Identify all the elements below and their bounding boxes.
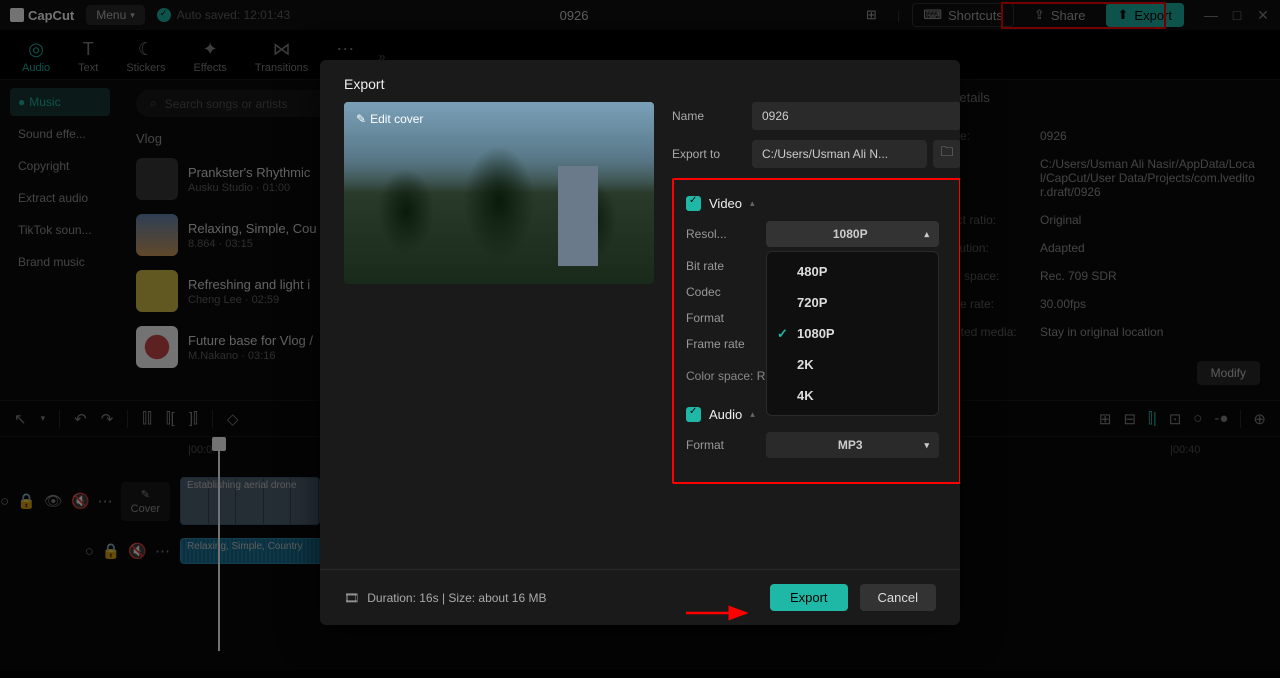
resolution-label: Resol... (686, 227, 766, 241)
audio-format-label: Format (686, 438, 766, 452)
codec-label: Codec (686, 285, 766, 299)
folder-button[interactable]: 🗀 (933, 140, 960, 168)
pencil-icon: ✎ (356, 112, 366, 126)
audio-format-select[interactable]: MP3 ▾ (766, 432, 939, 458)
chevron-up-icon: ▴ (924, 229, 929, 240)
duration-info: 🎞 Duration: 16s | Size: about 16 MB (344, 591, 546, 605)
edit-cover-button[interactable]: ✎ Edit cover (356, 112, 423, 126)
audio-section-title: Audio (709, 407, 742, 422)
resolution-option-480p[interactable]: 480P (767, 256, 938, 287)
modal-cancel-button[interactable]: Cancel (860, 584, 936, 611)
chevron-down-icon: ▾ (924, 440, 929, 451)
export-modal: Export ✎ Edit cover Name Export to � (320, 60, 960, 625)
resolution-select[interactable]: 1080P ▴ 480P 720P 1080P 2K 4K (766, 221, 939, 247)
name-input[interactable] (752, 102, 960, 130)
resolution-option-1080p[interactable]: 1080P (767, 318, 938, 349)
modal-export-button[interactable]: Export (770, 584, 848, 611)
resolution-dropdown: 480P 720P 1080P 2K 4K (766, 251, 939, 416)
format-label: Format (686, 311, 766, 325)
modal-title: Export (320, 60, 960, 102)
exportto-label: Export to (672, 147, 742, 161)
audio-checkbox[interactable] (686, 407, 701, 422)
video-checkbox[interactable] (686, 196, 701, 211)
framerate-label: Frame rate (686, 337, 766, 351)
colorspace-label: Color space: (686, 369, 753, 383)
bitrate-label: Bit rate (686, 259, 766, 273)
resolution-option-2k[interactable]: 2K (767, 349, 938, 380)
name-label: Name (672, 109, 742, 123)
resolution-option-720p[interactable]: 720P (767, 287, 938, 318)
collapse-icon[interactable]: ▴ (750, 409, 755, 420)
collapse-icon[interactable]: ▴ (750, 198, 755, 209)
annotation-arrow (684, 604, 754, 622)
folder-icon: 🗀 (940, 143, 953, 165)
preview-image: ✎ Edit cover (344, 102, 654, 284)
video-section-title: Video (709, 196, 742, 211)
resolution-option-4k[interactable]: 4K (767, 380, 938, 411)
film-icon: 🎞 (344, 591, 359, 605)
exportto-input[interactable] (752, 140, 927, 168)
